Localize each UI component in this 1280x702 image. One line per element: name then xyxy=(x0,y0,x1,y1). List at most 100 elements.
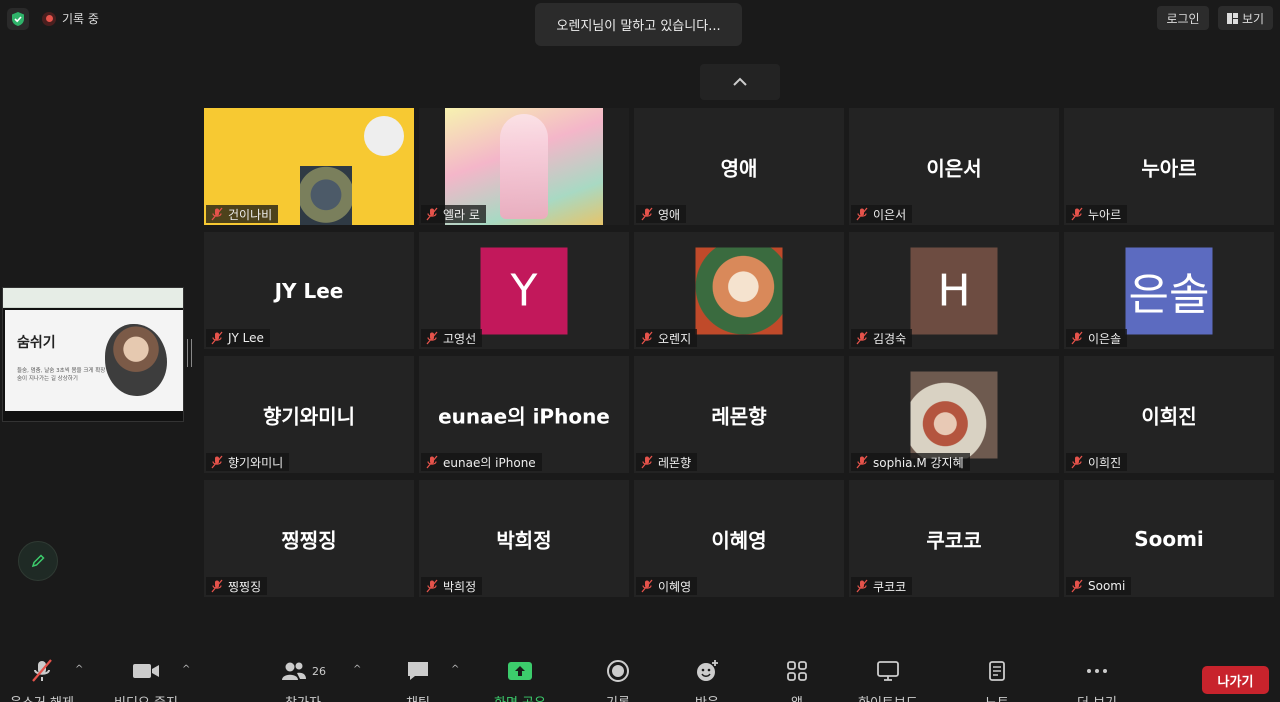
apps-label: 앱 xyxy=(791,692,803,702)
participant-tile[interactable]: 오렌지 xyxy=(634,232,844,349)
leave-button[interactable]: 나가기 xyxy=(1202,666,1269,694)
participant-tile[interactable]: H 김경숙 xyxy=(849,232,1059,349)
muted-microphone-icon xyxy=(32,659,52,682)
participant-name: 이희진 xyxy=(1088,455,1122,470)
video-options-chevron-icon[interactable]: ^ xyxy=(182,664,190,675)
chat-options-chevron-icon[interactable]: ^ xyxy=(451,664,459,675)
muted-microphone-icon xyxy=(856,331,868,345)
muted-microphone-icon xyxy=(856,579,868,593)
participant-name-tag: 이혜영 xyxy=(636,577,698,595)
grid-view-icon xyxy=(1226,12,1238,24)
muted-microphone-icon xyxy=(641,207,653,221)
participant-name: 이은솔 xyxy=(1088,331,1122,346)
chevron-up-icon xyxy=(733,77,747,86)
participant-tile[interactable]: 이혜영 이혜영 xyxy=(634,480,844,597)
whiteboard-button[interactable]: 화이트보드 xyxy=(858,658,918,702)
participant-tile[interactable]: 레몬향 레몬향 xyxy=(634,356,844,473)
top-bar: 기록 중 오렌지님이 말하고 있습니다... 로그인 보기 xyxy=(0,0,1280,46)
participant-name-tag: 박희정 xyxy=(421,577,483,595)
share-screen-button[interactable]: 화면 공유 xyxy=(494,658,546,702)
participant-name-tag: 이은서 xyxy=(851,205,913,223)
meeting-toolbar: 음소거 해제 ^ 비디오 중지 ^ 26 참가자 ^ 채팅 ^ 화면 공유 기록 xyxy=(0,650,1280,702)
muted-microphone-icon xyxy=(1071,207,1083,221)
participant-tile[interactable]: 엘라 로 xyxy=(419,108,629,225)
muted-microphone-icon xyxy=(426,207,438,221)
collapse-gallery-button[interactable] xyxy=(700,64,780,100)
slide-text: 들숨, 멈춤, 날숨 3초씩 몸을 크게 확장 숨이 지나가는 길 상상하기 xyxy=(17,368,106,382)
participant-profile-picture xyxy=(695,247,783,334)
participant-name: Soomi xyxy=(1088,579,1126,593)
participant-display-name: 영애 xyxy=(720,156,758,180)
recording-indicator[interactable]: 기록 중 xyxy=(42,10,99,27)
participant-name: 고영선 xyxy=(443,331,477,346)
muted-microphone-icon xyxy=(1071,579,1083,593)
participants-button[interactable]: 26 참가자 xyxy=(280,658,326,702)
share-screen-icon xyxy=(507,662,532,680)
participant-name: 누아르 xyxy=(1088,207,1122,222)
active-speaker-banner: 오렌지님이 말하고 있습니다... xyxy=(535,3,742,46)
participant-display-name: 이혜영 xyxy=(711,528,767,552)
participant-tile[interactable]: 이은서 이은서 xyxy=(849,108,1059,225)
participant-display-name: 찡찡징 xyxy=(281,528,337,552)
participant-tile[interactable]: Soomi Soomi xyxy=(1064,480,1274,597)
participant-tile[interactable]: 은솔 이은솔 xyxy=(1064,232,1274,349)
participants-options-chevron-icon[interactable]: ^ xyxy=(353,664,361,675)
slide-meditation-image xyxy=(105,324,167,396)
participant-tile[interactable]: 향기와미니 향기와미니 xyxy=(204,356,414,473)
chat-label: 채팅 xyxy=(406,692,430,702)
participant-display-name: 레몬향 xyxy=(711,404,767,428)
whiteboard-label: 화이트보드 xyxy=(858,692,918,702)
annotate-button[interactable] xyxy=(18,541,58,581)
participant-tile[interactable]: sophia.M 강지혜 xyxy=(849,356,1059,473)
notes-icon xyxy=(989,661,1005,681)
chat-button[interactable]: 채팅 xyxy=(405,658,431,702)
participant-name: 박희정 xyxy=(443,579,477,594)
participants-label: 참가자 xyxy=(285,692,321,702)
participant-name-tag: 엘라 로 xyxy=(421,205,486,223)
security-shield-icon[interactable] xyxy=(7,8,29,30)
shared-screen-thumbnail[interactable]: 숨쉬기 들숨, 멈춤, 날숨 3초씩 몸을 크게 확장 숨이 지나가는 길 상상… xyxy=(2,287,184,422)
participant-display-name: 이은서 xyxy=(926,156,982,180)
participant-tile[interactable]: 박희정 박희정 xyxy=(419,480,629,597)
participant-avatar: H xyxy=(910,247,998,334)
participant-display-name: 향기와미니 xyxy=(263,404,355,428)
muted-microphone-icon xyxy=(426,331,438,345)
muted-microphone-icon xyxy=(641,331,653,345)
participant-tile[interactable]: 누아르 누아르 xyxy=(1064,108,1274,225)
participant-tile[interactable]: eunae의 iPhone eunae의 iPhone xyxy=(419,356,629,473)
muted-microphone-icon xyxy=(641,579,653,593)
participant-display-name: 쿠코코 xyxy=(926,528,982,552)
participant-name: 오렌지 xyxy=(658,331,692,346)
participant-name: 쿠코코 xyxy=(873,579,907,594)
view-button[interactable]: 보기 xyxy=(1218,6,1273,30)
muted-microphone-icon xyxy=(856,455,868,469)
participant-name-tag: 이은솔 xyxy=(1066,329,1128,347)
record-button[interactable]: 기록 xyxy=(606,658,630,702)
participant-tile[interactable]: 찡찡징 찡찡징 xyxy=(204,480,414,597)
participant-name-tag: Soomi xyxy=(1066,577,1132,595)
participant-name-tag: 레몬향 xyxy=(636,453,698,471)
participant-tile[interactable]: 이희진 이희진 xyxy=(1064,356,1274,473)
participant-tile[interactable]: Y 고영선 xyxy=(419,232,629,349)
participant-name-tag: 향기와미니 xyxy=(206,453,290,471)
share-screen-label: 화면 공유 xyxy=(494,692,546,702)
muted-microphone-icon xyxy=(641,455,653,469)
more-button[interactable]: 더 보기 xyxy=(1077,658,1117,702)
participant-display-name: Soomi xyxy=(1134,526,1204,551)
notes-button[interactable]: 노트 xyxy=(985,658,1009,702)
emoji-sticker xyxy=(364,116,404,156)
stop-video-button[interactable]: 비디오 중지 xyxy=(114,658,178,702)
audio-options-chevron-icon[interactable]: ^ xyxy=(75,664,83,675)
apps-button[interactable]: 앱 xyxy=(785,658,809,702)
participant-profile-picture xyxy=(910,371,998,458)
participant-tile[interactable]: 영애 영애 xyxy=(634,108,844,225)
resize-handle[interactable] xyxy=(187,339,192,367)
reactions-button[interactable]: 반응 xyxy=(694,658,720,702)
participant-tile[interactable]: JY Lee JY Lee xyxy=(204,232,414,349)
login-button[interactable]: 로그인 xyxy=(1157,6,1209,30)
participant-name-tag: eunae의 iPhone xyxy=(421,453,542,471)
stop-video-label: 비디오 중지 xyxy=(114,692,178,702)
participant-tile[interactable]: 건이나비 xyxy=(204,108,414,225)
participant-tile[interactable]: 쿠코코 쿠코코 xyxy=(849,480,1059,597)
unmute-button[interactable]: 음소거 해제 xyxy=(10,658,74,702)
